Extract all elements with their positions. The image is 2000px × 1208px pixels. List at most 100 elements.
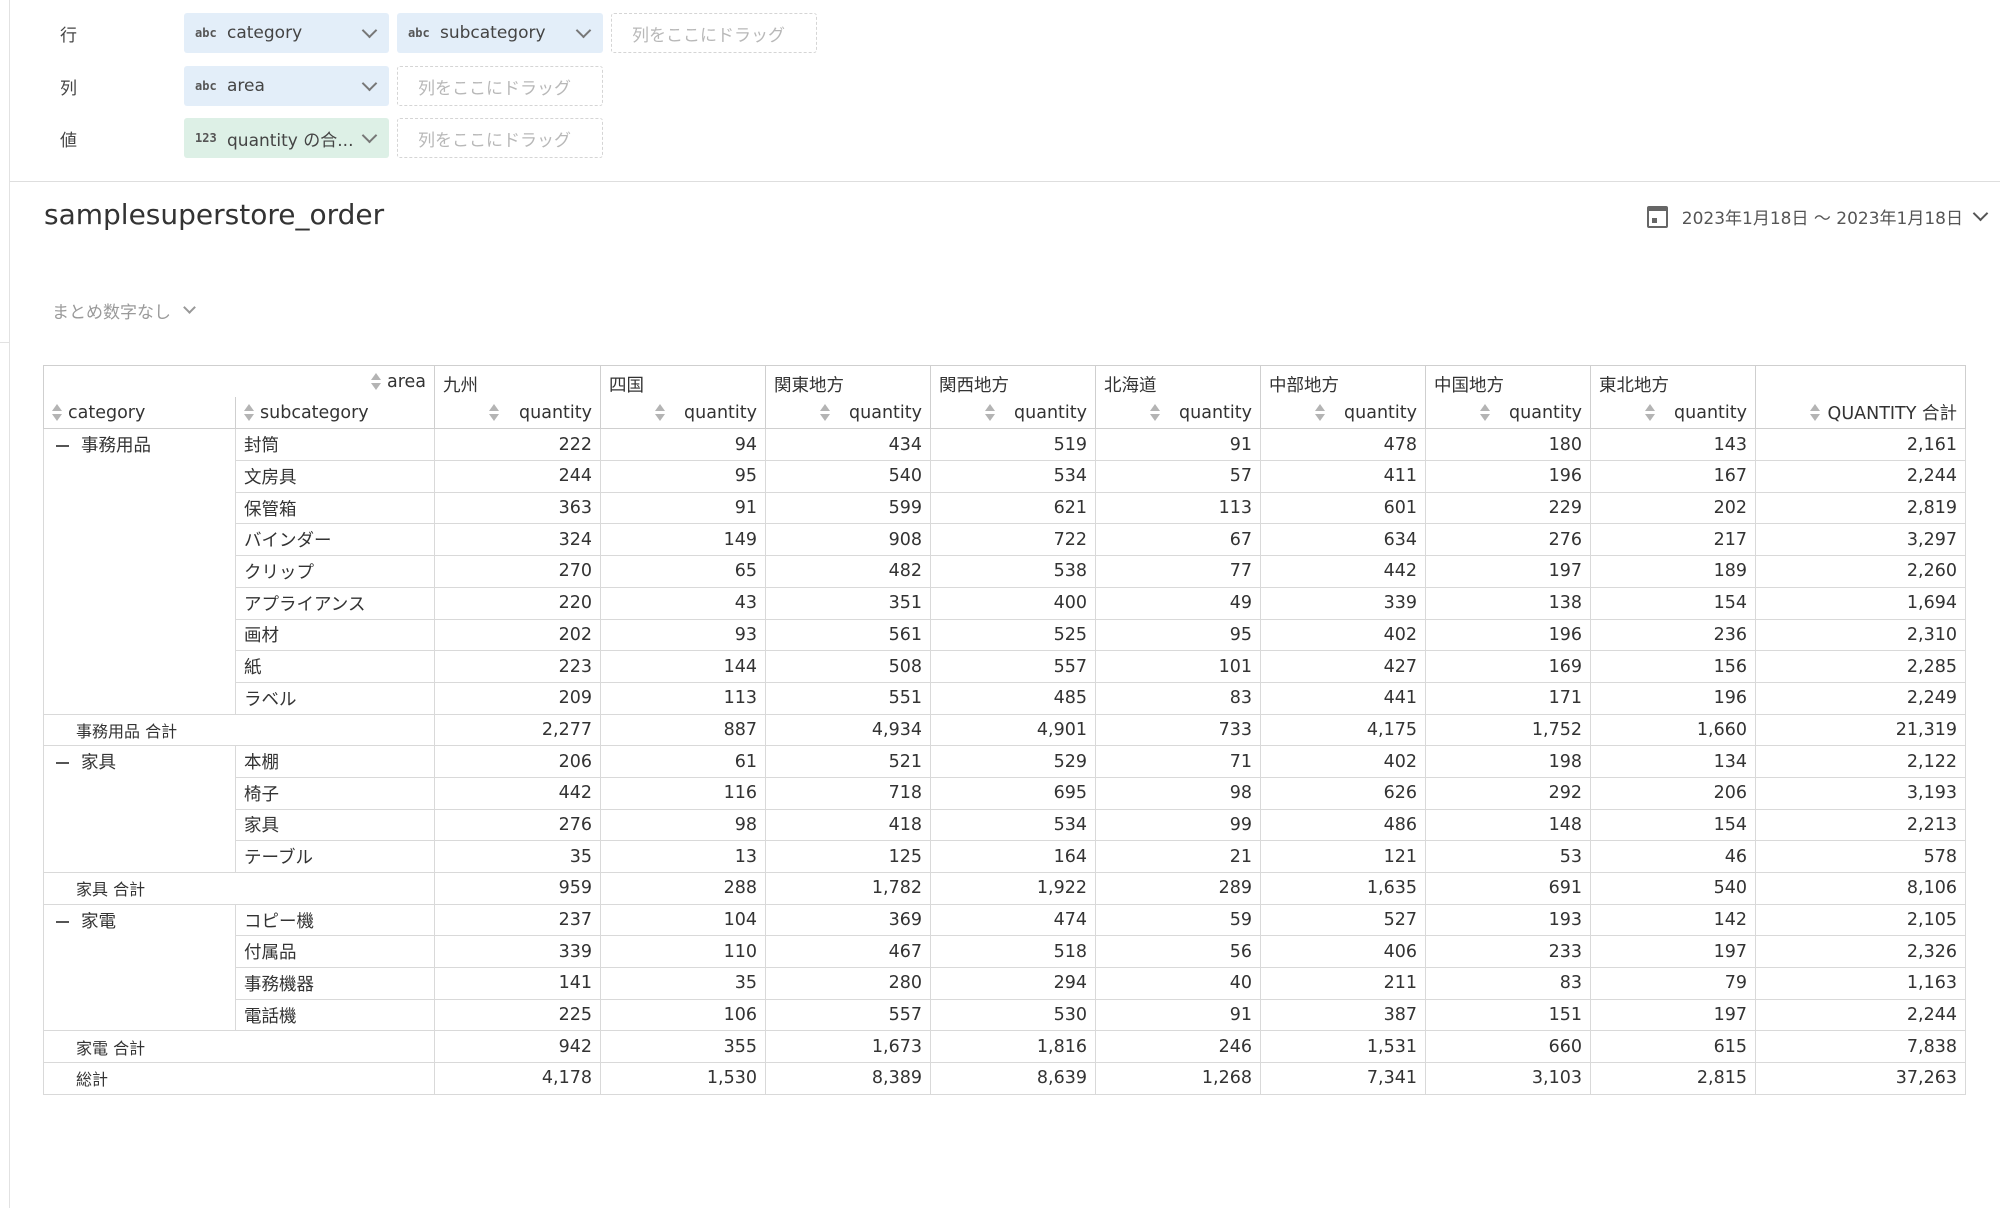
total-header[interactable]: QUANTITY 合計 — [1755, 397, 1966, 430]
columns-shelf: 列 abc area 列をここにドラッグ — [60, 66, 603, 106]
collapse-icon[interactable] — [56, 445, 69, 448]
pill-label: category — [227, 23, 303, 43]
value-cell: 529 — [930, 745, 1096, 778]
value-cell: 442 — [1260, 555, 1426, 588]
table-row: バインダー 324 149 908 722 67 634 276 217 3,297 — [43, 523, 1966, 557]
values-drop-zone[interactable]: 列をここにドラッグ — [397, 118, 603, 158]
value-cell: 339 — [1260, 586, 1426, 620]
value-cell: 400 — [930, 586, 1096, 620]
date-range-picker[interactable]: 2023年1月18日 〜 2023年1月18日 — [1646, 204, 1989, 229]
subcategory-header-label: subcategory — [260, 402, 369, 423]
pivot-table: area 九州 四国 関東地方 関西地方 北海道 中部地方 中国地方 東北地方 … — [43, 365, 1966, 1095]
subcategory-cell: 付属品 — [235, 935, 435, 969]
values-shelf: 値 123 quantity の合... 列をここにドラッグ — [60, 118, 603, 158]
value-cell: 53 — [1425, 840, 1591, 873]
columns-shelf-label: 列 — [60, 78, 77, 99]
sort-icon[interactable] — [820, 403, 830, 423]
category-cell: 家電 — [43, 903, 236, 936]
value-cell: 91 — [1095, 998, 1261, 1032]
value-cell: 621 — [930, 491, 1096, 525]
measure-header[interactable]: quantity — [1425, 397, 1591, 430]
sort-icon[interactable] — [1315, 403, 1325, 423]
chevron-down-icon[interactable] — [575, 22, 592, 38]
value-cell: 148 — [1425, 808, 1591, 842]
value-cell: 324 — [434, 523, 601, 557]
measure-header[interactable]: quantity — [765, 397, 931, 430]
sort-icon[interactable] — [1810, 403, 1820, 423]
measure-header[interactable]: quantity — [1590, 397, 1756, 430]
measure-header[interactable]: quantity — [1095, 397, 1261, 430]
category-cell — [43, 650, 236, 683]
date-range-text: 2023年1月18日 〜 2023年1月18日 — [1681, 209, 1963, 229]
value-cell: 35 — [600, 967, 766, 1000]
value-cell: 134 — [1590, 745, 1756, 778]
category-cell: 家具 — [43, 745, 236, 778]
value-cell: 98 — [1095, 776, 1261, 810]
value-cell: 142 — [1590, 903, 1756, 937]
value-cell: 154 — [1590, 808, 1756, 842]
subcategory-pill[interactable]: abc subcategory — [397, 13, 603, 53]
collapse-icon[interactable] — [56, 920, 69, 923]
value-cell: 57 — [1095, 460, 1261, 493]
value-cell: 144 — [600, 650, 766, 683]
report-title: samplesuperstore_order — [44, 198, 385, 231]
text-type-icon: abc — [408, 26, 430, 40]
sort-icon[interactable] — [985, 403, 995, 423]
measure-header[interactable]: quantity — [600, 397, 766, 430]
measure-header[interactable]: quantity — [930, 397, 1096, 430]
area-pill[interactable]: abc area — [184, 66, 389, 106]
sort-icon[interactable] — [1480, 403, 1490, 423]
row-total-cell: 2,310 — [1755, 618, 1966, 652]
column-dimension-header[interactable]: area — [43, 365, 435, 398]
summary-select[interactable]: まとめ数字なし — [52, 298, 198, 323]
chevron-down-icon[interactable] — [361, 75, 378, 91]
subcategory-cell: ラベル — [235, 681, 435, 715]
grand-total-cell: 8,639 — [930, 1062, 1096, 1095]
chevron-down-icon[interactable] — [361, 127, 378, 143]
row-total-cell: 2,819 — [1755, 491, 1966, 525]
rows-drop-zone[interactable]: 列をここにドラッグ — [611, 13, 817, 53]
table-row: クリップ 270 65 482 538 77 442 197 189 2,260 — [43, 555, 1966, 588]
value-cell: 61 — [600, 745, 766, 778]
table-row: 事務用品 封筒 222 94 434 519 91 478 180 143 2,161 — [43, 428, 1966, 462]
table-row: アプライアンス 220 43 351 400 49 339 138 154 1,694 — [43, 586, 1966, 620]
category-label: 事務用品 — [81, 436, 151, 457]
value-cell: 13 — [600, 840, 766, 873]
sort-icon[interactable] — [370, 372, 381, 392]
value-cell: 180 — [1425, 428, 1591, 462]
subtotal-cell: 4,934 — [765, 713, 931, 747]
grand-total-cell: 3,103 — [1425, 1062, 1591, 1095]
table-row: 付属品 339 110 467 518 56 406 233 197 2,326 — [43, 935, 1966, 969]
chevron-down-icon[interactable] — [1972, 205, 1989, 222]
sort-icon[interactable] — [1150, 403, 1160, 423]
category-pill[interactable]: abc category — [184, 13, 389, 53]
category-cell — [43, 682, 236, 715]
collapse-icon[interactable] — [56, 762, 69, 765]
subtotal-row: 家具 合計 959 288 1,782 1,922 289 1,635 691 540 8,106 — [43, 872, 1966, 905]
row-total-cell: 2,244 — [1755, 460, 1966, 493]
subcategory-cell: 事務機器 — [235, 967, 435, 1000]
category-header[interactable]: category — [43, 397, 236, 430]
subtotal-cell: 1,635 — [1260, 872, 1426, 905]
measure-header[interactable]: quantity — [1260, 397, 1426, 430]
subcategory-cell: テーブル — [235, 840, 435, 873]
quantity-sum-pill[interactable]: 123 quantity の合... — [184, 118, 389, 158]
sort-icon[interactable] — [1645, 403, 1655, 423]
sort-icon[interactable] — [244, 403, 254, 423]
sort-icon[interactable] — [489, 403, 499, 423]
header-row-measures: category subcategory quantity quantity q… — [43, 397, 1966, 430]
chevron-down-icon[interactable] — [361, 22, 378, 38]
sort-icon[interactable] — [655, 403, 665, 423]
value-cell: 237 — [434, 903, 601, 937]
sort-icon[interactable] — [52, 403, 62, 423]
area-header: 東北地方 — [1590, 365, 1756, 398]
columns-drop-zone[interactable]: 列をここにドラッグ — [397, 66, 603, 106]
subcategory-cell: 家具 — [235, 808, 435, 842]
value-cell: 65 — [600, 555, 766, 588]
measure-header-label: quantity — [1179, 402, 1252, 423]
grand-total-cell: 7,341 — [1260, 1062, 1426, 1095]
table-row: ラベル 209 113 551 485 83 441 171 196 2,249 — [43, 681, 1966, 715]
measure-header[interactable]: quantity — [434, 397, 601, 430]
grand-total-cell: 8,389 — [765, 1062, 931, 1095]
subcategory-header[interactable]: subcategory — [235, 397, 435, 430]
